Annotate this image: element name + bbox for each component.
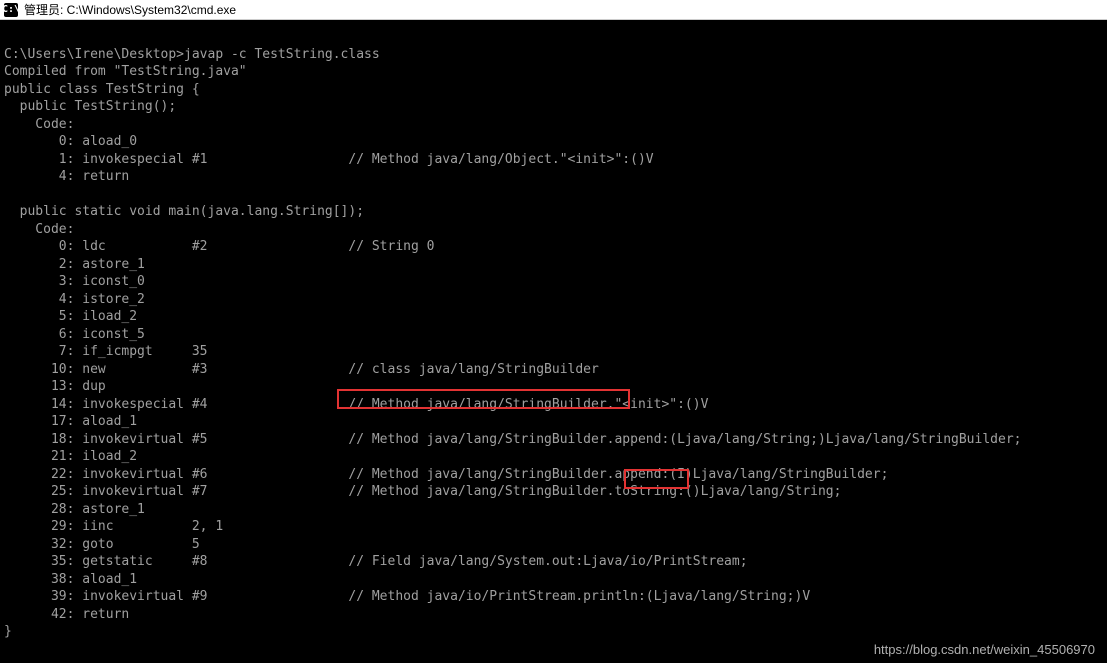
title-bar: C:\ 管理员: C:\Windows\System32\cmd.exe [0,0,1107,20]
watermark: https://blog.csdn.net/weixin_45506970 [874,642,1095,657]
cmd-icon: C:\ [4,3,18,17]
window-title: 管理员: C:\Windows\System32\cmd.exe [24,1,236,18]
terminal-output[interactable]: C:\Users\Irene\Desktop>javap -c TestStri… [0,20,1107,645]
